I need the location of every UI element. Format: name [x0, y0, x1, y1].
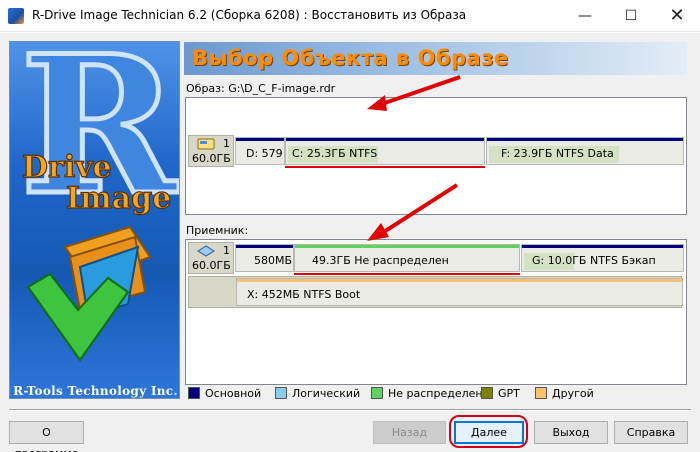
source-image-label: Образ: G:\D_C_F-image.rdr: [186, 82, 336, 95]
back-button[interactable]: Назад: [373, 421, 446, 444]
about-button[interactable]: О программе: [9, 421, 84, 452]
destination-partition-580mb[interactable]: 580МБ: [235, 244, 294, 272]
logo-word-image: Image: [66, 181, 171, 216]
next-button[interactable]: Далее: [454, 421, 524, 444]
source-disk-card[interactable]: 1 60.0ГБ: [188, 135, 234, 167]
source-partition-f[interactable]: F: 23.9ГБ NTFS Data: [486, 137, 684, 165]
app-icon: [8, 8, 24, 24]
destination-disk-number: 1: [223, 244, 230, 257]
destination-unallocated-highlight-underline: [294, 273, 520, 275]
step-header: Выбор Объекта в Образе: [184, 42, 687, 75]
r-drive-image-logo: R Drive Image: [18, 42, 179, 362]
close-button[interactable]: ✕: [654, 0, 700, 32]
maximize-button[interactable]: ☐: [608, 0, 654, 32]
annotation-arrow-destination: [367, 183, 459, 241]
help-button[interactable]: Справка: [614, 421, 688, 444]
partition-legend: Основной Логический Не распределен GPT Д…: [185, 385, 687, 403]
logo-word-drive: Drive: [22, 150, 112, 185]
legend-item-gpt: GPT: [481, 387, 520, 400]
source-partition-c[interactable]: C: 25.3ГБ NTFS: [285, 137, 485, 165]
destination-label: Приемник:: [186, 224, 249, 237]
hard-disk-icon: [197, 245, 215, 257]
minimize-button[interactable]: —: [562, 0, 608, 32]
source-c-highlight-underline: [285, 166, 485, 168]
footer-separator: [9, 409, 691, 411]
exit-button[interactable]: Выход: [534, 421, 608, 444]
destination-partition-g[interactable]: G: 10.0ГБ NTFS Бэкап: [521, 244, 684, 272]
destination-partition-unallocated[interactable]: 49.3ГБ Не распределен: [294, 244, 520, 272]
product-logo-banner: R Drive Image R-Tools Technology Inc.: [9, 41, 180, 399]
destination-disk-map: 1 60.0ГБ 580МБ 49.3ГБ Не распределен G: …: [185, 239, 687, 385]
destination-disk-size: 60.0ГБ: [192, 259, 231, 272]
step-title: Выбор Объекта в Образе: [192, 46, 509, 70]
source-disk-number: 1: [223, 137, 230, 150]
destination-partition-x-boot[interactable]: X: 452МБ NTFS Boot: [236, 278, 683, 306]
legend-item-logical: Логический: [275, 387, 360, 400]
legend-item-primary: Основной: [188, 387, 261, 400]
destination-extended-row: X: 452МБ NTFS Boot: [188, 276, 683, 308]
title-bar: R-Drive Image Technician 6.2 (Сборка 620…: [0, 0, 700, 32]
legend-item-other: Другой: [535, 387, 594, 400]
disk-image-icon: [197, 138, 215, 150]
destination-disk-card[interactable]: 1 60.0ГБ: [188, 242, 234, 274]
window-title: R-Drive Image Technician 6.2 (Сборка 620…: [32, 8, 467, 22]
source-disk-size: 60.0ГБ: [192, 152, 231, 165]
company-name: R-Tools Technology Inc.: [13, 384, 178, 398]
source-partition-d[interactable]: D: 579: [235, 137, 285, 165]
annotation-arrow-source: [367, 75, 461, 111]
wizard-panel: R Drive Image R-Tools Technology Inc. Вы…: [0, 33, 700, 452]
legend-item-unallocated: Не распределен: [371, 387, 483, 400]
